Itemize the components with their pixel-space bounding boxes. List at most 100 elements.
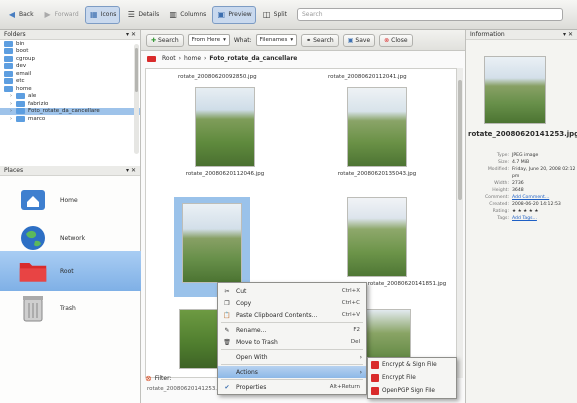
menu-separator xyxy=(221,349,363,350)
submenu-item-sign[interactable]: OpenPGP Sign File xyxy=(368,385,456,397)
folder-tree-scrollbar[interactable] xyxy=(134,44,139,154)
thumbnail-item[interactable]: rotate_20080620112046.jpg xyxy=(150,87,300,197)
chevron-down-icon: ▾ xyxy=(290,37,294,43)
folder-tree-item[interactable]: › ale xyxy=(0,93,140,101)
search-what-value: Filenames xyxy=(259,37,288,43)
expand-arrow-icon[interactable]: › xyxy=(10,108,15,114)
folder-icon xyxy=(4,78,13,85)
forward-button[interactable]: ▶ Forward xyxy=(40,6,82,24)
place-trash[interactable]: Trash xyxy=(0,288,141,328)
metadata-row: Type: JPEG image xyxy=(468,152,576,159)
icons-view-button[interactable]: ▦ Icons xyxy=(84,5,121,24)
encryption-lock-icon xyxy=(371,387,379,395)
main-toolbar: ◀ Back ▶ Forward ▦ Icons ☰ Details ▥ Col… xyxy=(0,0,577,30)
menu-shortcut: Del xyxy=(350,339,360,345)
search-location-value: From Here xyxy=(191,37,221,43)
search-what-select[interactable]: Filenames ▾ xyxy=(255,34,298,46)
search-bar: ✚ Search From Here ▾ What: Filenames ▾ ⚭… xyxy=(141,30,465,51)
landscape-photo xyxy=(182,203,242,283)
menu-item-actions[interactable]: Actions › xyxy=(218,366,366,378)
menu-item-move-to-trash[interactable]: 🗑 Move to Trash Del xyxy=(218,336,366,348)
search-toggle-button[interactable]: ✚ Search xyxy=(146,33,184,47)
metadata-key: Tags: xyxy=(497,216,509,221)
preview-image xyxy=(484,56,546,124)
folder-label: home xyxy=(16,85,32,92)
expand-arrow-icon[interactable]: › xyxy=(10,116,15,122)
breadcrumb-current[interactable]: Foto_rotate_da_cancellare xyxy=(209,55,297,62)
submenu-item-encrypt[interactable]: Encrypt File xyxy=(368,372,456,384)
thumbnail-caption: rotate_20080620141851.jpg xyxy=(367,281,447,287)
columns-view-button[interactable]: ▥ Columns xyxy=(165,6,209,24)
metadata-row: Width: 2736 xyxy=(468,180,576,187)
folder-tree-item[interactable]: dev xyxy=(0,63,140,71)
menu-shortcut: Ctrl+X xyxy=(341,288,360,294)
breadcrumb-home[interactable]: home xyxy=(184,55,201,62)
search-button[interactable]: ⚭ Search xyxy=(301,33,339,47)
panel-close-icon[interactable]: ▾ ✕ xyxy=(126,166,136,175)
submenu-arrow-icon: › xyxy=(359,368,362,376)
folder-tree-item[interactable]: email xyxy=(0,70,140,78)
chevron-down-icon: ▾ xyxy=(223,37,226,43)
folder-tree-item[interactable]: cgroup xyxy=(0,55,140,63)
submenu-item-encrypt-sign[interactable]: Encrypt & Sign File xyxy=(368,359,456,371)
metadata-value[interactable]: Add Comment... xyxy=(512,194,576,201)
preview-label: Preview xyxy=(228,11,252,18)
back-button[interactable]: ◀ Back xyxy=(4,6,37,24)
folder-label: cgroup xyxy=(16,55,35,62)
breadcrumb-root[interactable]: Root xyxy=(162,55,176,62)
search-location-select[interactable]: From Here ▾ xyxy=(187,34,230,46)
metadata-key: Width: xyxy=(494,181,509,186)
save-search-button[interactable]: ▣ Save xyxy=(342,33,376,47)
properties-icon: ✔ xyxy=(224,383,230,391)
close-button-label: Close xyxy=(391,36,408,44)
expand-arrow-icon[interactable]: › xyxy=(10,93,15,99)
menu-item-cut[interactable]: ✂ Cut Ctrl+X xyxy=(218,285,366,297)
folder-icon xyxy=(4,55,13,62)
place-root[interactable]: Root xyxy=(0,251,141,291)
place-home[interactable]: Home xyxy=(0,180,141,220)
menu-item-label: Move to Trash xyxy=(236,338,278,346)
menu-item-open-with[interactable]: Open With › xyxy=(218,351,366,363)
folder-tree-item[interactable]: › Foto_rotate_da_cancellare xyxy=(0,107,140,115)
metadata-row: Height: 3648 xyxy=(468,187,576,194)
folder-tree-item[interactable]: boot xyxy=(0,48,140,56)
split-button[interactable]: ◫ Split xyxy=(259,6,290,24)
close-search-button[interactable]: ⊗ Close xyxy=(379,33,413,47)
folder-tree-item[interactable]: › marco xyxy=(0,115,140,123)
preview-button[interactable]: ▣ Preview xyxy=(212,5,256,24)
thumbnail-caption[interactable]: rotate_20080620092850.jpg xyxy=(178,74,257,80)
menu-separator xyxy=(221,379,363,380)
thumbnail-grid-scrollbar[interactable] xyxy=(457,68,463,378)
thumbnail-caption: rotate_20080620112046.jpg xyxy=(185,171,265,177)
menu-shortcut: Ctrl+C xyxy=(341,300,360,306)
split-icon: ◫ xyxy=(262,9,271,19)
metadata-row: Created: 2008-06-20 14:12:53 xyxy=(468,201,576,208)
places-panel-header: Places ▾ ✕ xyxy=(0,166,140,176)
details-view-button[interactable]: ☰ Details xyxy=(123,6,162,24)
place-label: Trash xyxy=(60,304,76,312)
panel-close-icon[interactable]: ▾ ✕ xyxy=(126,30,136,39)
save-icon: ▣ xyxy=(347,36,354,44)
menu-item-paste[interactable]: 📋 Paste Clipboard Contents... Ctrl+V xyxy=(218,309,366,321)
thumbnail-item[interactable]: rotate_20080620135043.jpg xyxy=(302,87,452,197)
folder-label: Foto_rotate_da_cancellare xyxy=(28,108,100,115)
folder-tree-item[interactable]: bin xyxy=(0,40,140,48)
clear-filter-icon[interactable]: ⊗ xyxy=(145,374,152,383)
folder-tree-item[interactable]: › fabrizio xyxy=(0,100,140,108)
preview-icon: ▣ xyxy=(217,9,226,19)
folder-tree-item[interactable]: etc xyxy=(0,78,140,86)
thumbnail-caption: rotate_20080620135043.jpg xyxy=(337,171,417,177)
menu-item-copy[interactable]: ❐ Copy Ctrl+C xyxy=(218,297,366,309)
metadata-value[interactable]: Add Tags... xyxy=(512,215,576,222)
expand-arrow-icon[interactable]: › xyxy=(10,101,15,107)
menu-item-properties[interactable]: ✔ Properties Alt+Return xyxy=(218,381,366,393)
thumbnail-caption[interactable]: rotate_20080620112041.jpg xyxy=(328,74,407,80)
places-panel: Places ▾ ✕ Home Network Root Trash xyxy=(0,166,141,403)
toolbar-search-input[interactable]: Search xyxy=(296,8,563,21)
folders-panel-header: Folders ▾ ✕ xyxy=(0,30,140,40)
panel-close-icon[interactable]: ▾ ✕ xyxy=(563,30,573,39)
encryption-lock-icon xyxy=(371,374,379,382)
folder-tree-item[interactable]: home xyxy=(0,85,140,93)
menu-item-rename[interactable]: ✎ Rename... F2 xyxy=(218,324,366,336)
landscape-photo xyxy=(195,87,255,167)
